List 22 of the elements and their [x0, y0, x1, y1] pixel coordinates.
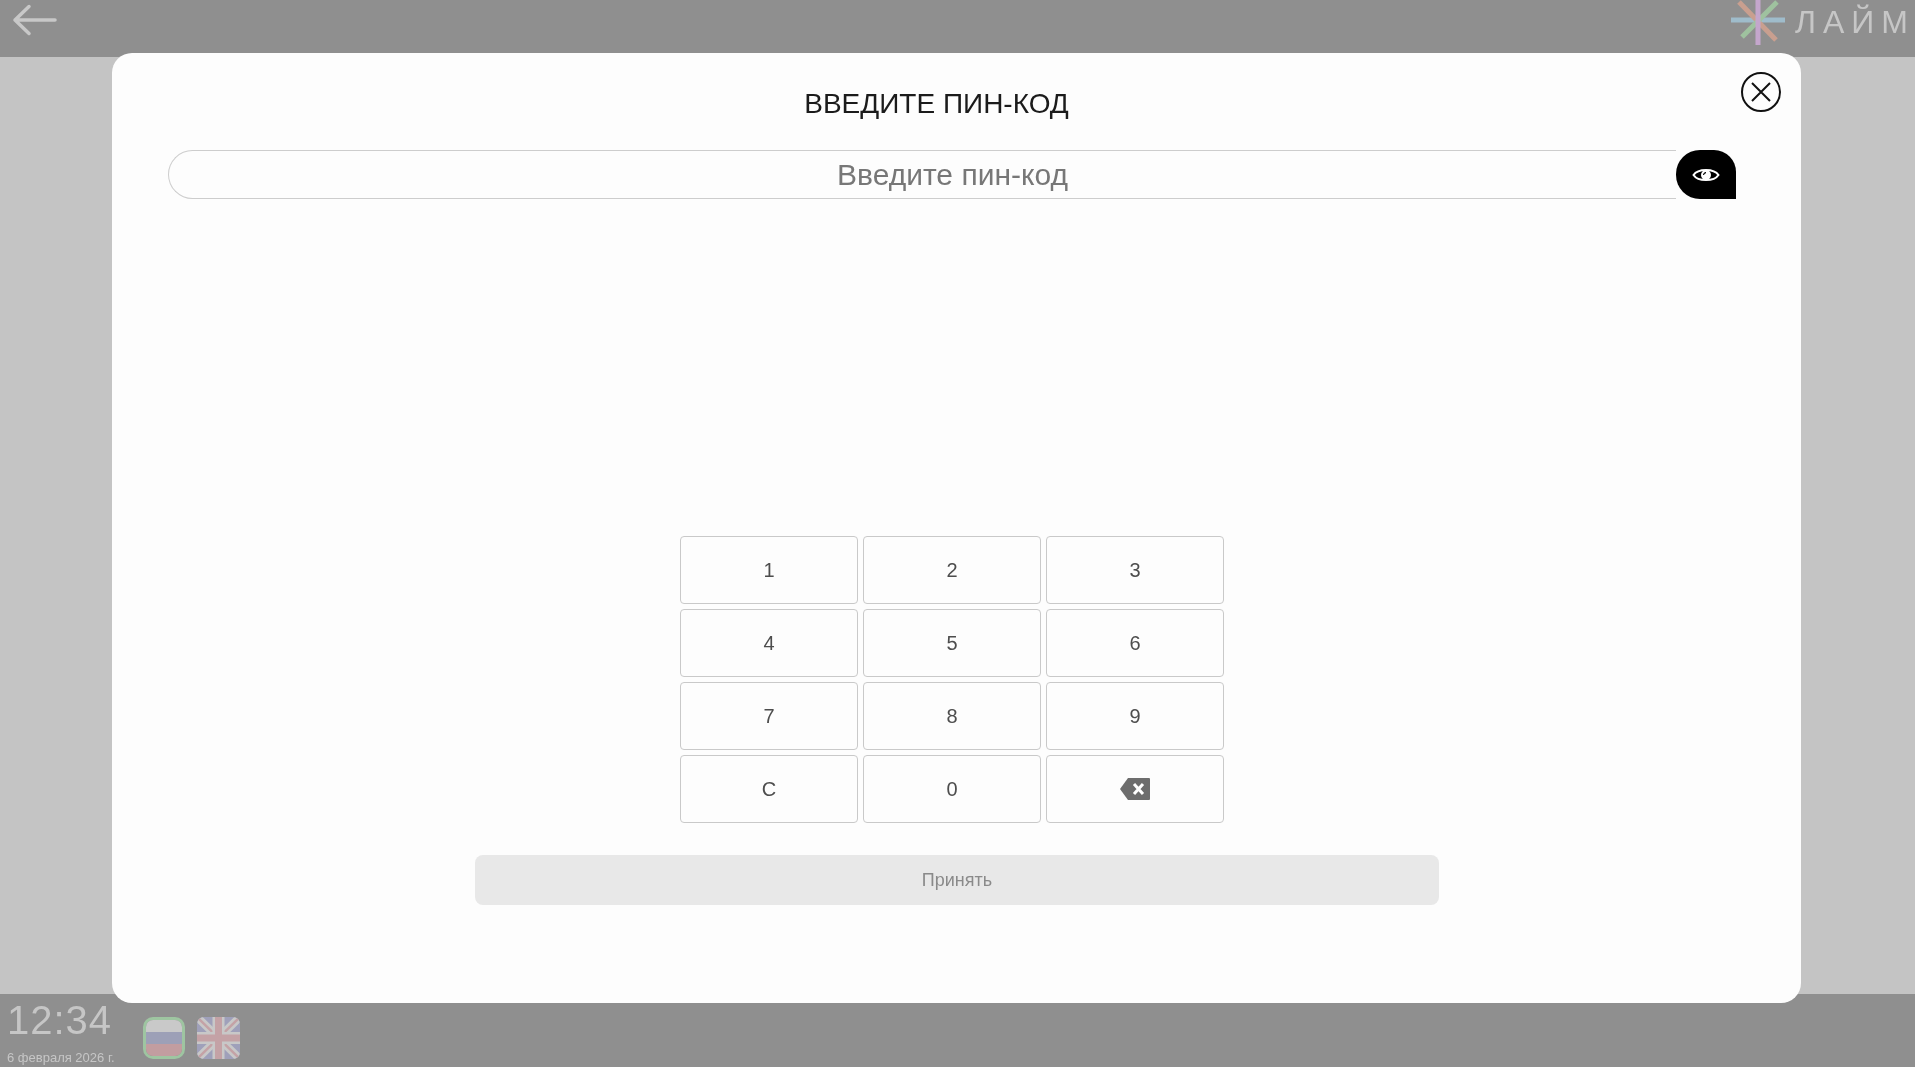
dialog-title: ВВЕДИТЕ ПИН-КОД — [804, 88, 1069, 120]
keypad-key[interactable]: 4 — [680, 609, 858, 677]
flag-icon — [196, 1017, 240, 1059]
keypad-key[interactable]: 0 — [863, 755, 1041, 823]
backspace-key[interactable] — [1046, 755, 1224, 823]
keypad-key[interactable]: C — [680, 755, 858, 823]
keypad-key[interactable]: 6 — [1046, 609, 1224, 677]
close-button[interactable] — [1741, 72, 1781, 112]
keypad-key[interactable]: 8 — [863, 682, 1041, 750]
keypad-key[interactable]: 1 — [680, 536, 858, 604]
eye-icon — [1692, 166, 1720, 183]
keypad-key[interactable]: 9 — [1046, 682, 1224, 750]
keypad-key[interactable]: 2 — [863, 536, 1041, 604]
show-pin-button[interactable] — [1676, 150, 1736, 199]
close-icon — [1751, 82, 1771, 102]
flag-icon — [145, 1020, 182, 1056]
logo-icon — [1731, 0, 1785, 45]
pin-input[interactable]: Введите пин-код — [168, 150, 1676, 199]
keypad-key[interactable]: 5 — [863, 609, 1041, 677]
keypad-key[interactable]: 7 — [680, 682, 858, 750]
keypad-key[interactable]: 3 — [1046, 536, 1224, 604]
backspace-icon — [1120, 778, 1150, 800]
